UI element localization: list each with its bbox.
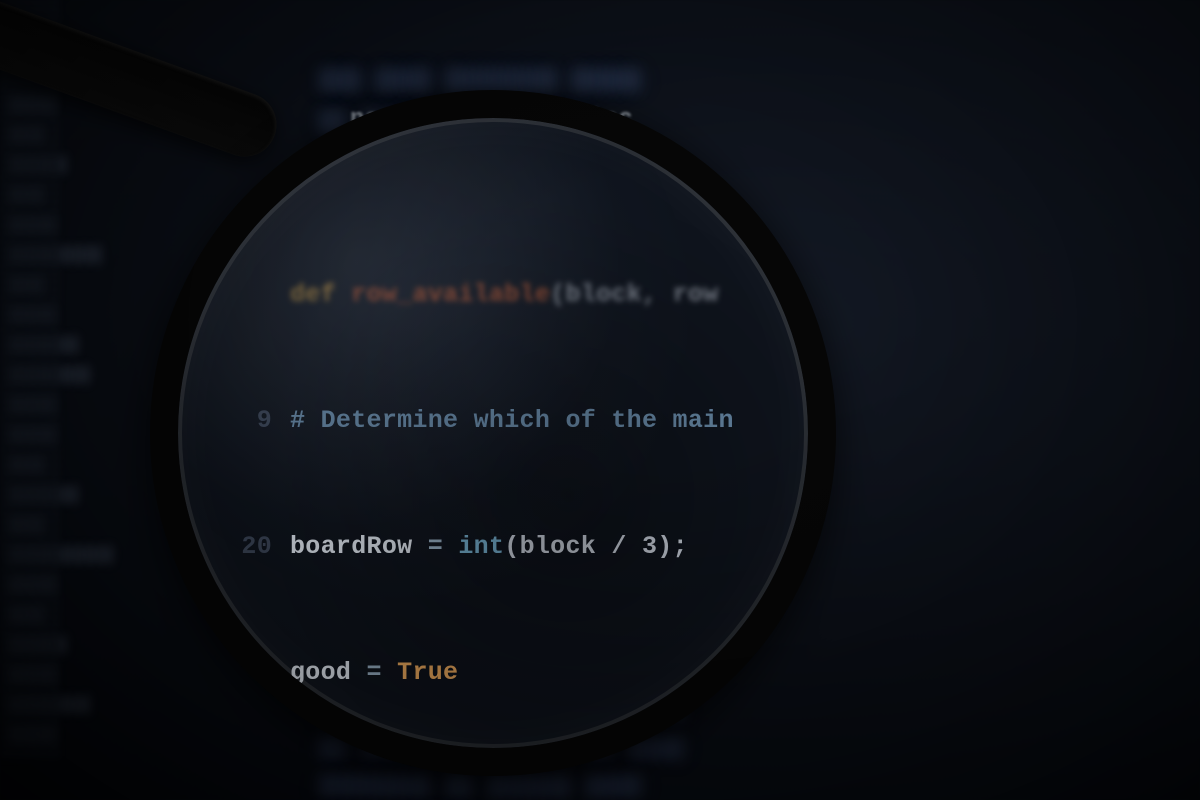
- gutter-lineno: 20: [226, 526, 272, 568]
- function-name: row_available: [351, 274, 550, 316]
- literal-true: True: [397, 652, 458, 694]
- args: (block, row: [550, 274, 718, 316]
- blurred-minimap: [0, 0, 60, 760]
- gutter-lineno: 21: [226, 652, 272, 694]
- identifier: good: [290, 652, 351, 694]
- magnified-code-block: def row_available(block, row 9 # Determin…: [226, 190, 798, 776]
- photo-stage: ████████████████████████████████████████…: [0, 0, 1200, 800]
- keyword-def: def: [290, 274, 336, 316]
- identifier: boardRow: [290, 526, 412, 568]
- comment-line: # Determine which of the main: [290, 400, 734, 442]
- builtin-int: int: [458, 526, 504, 568]
- gutter-lineno: 9: [226, 400, 272, 442]
- magnifier-lens: def row_available(block, row 9 # Determin…: [150, 90, 836, 776]
